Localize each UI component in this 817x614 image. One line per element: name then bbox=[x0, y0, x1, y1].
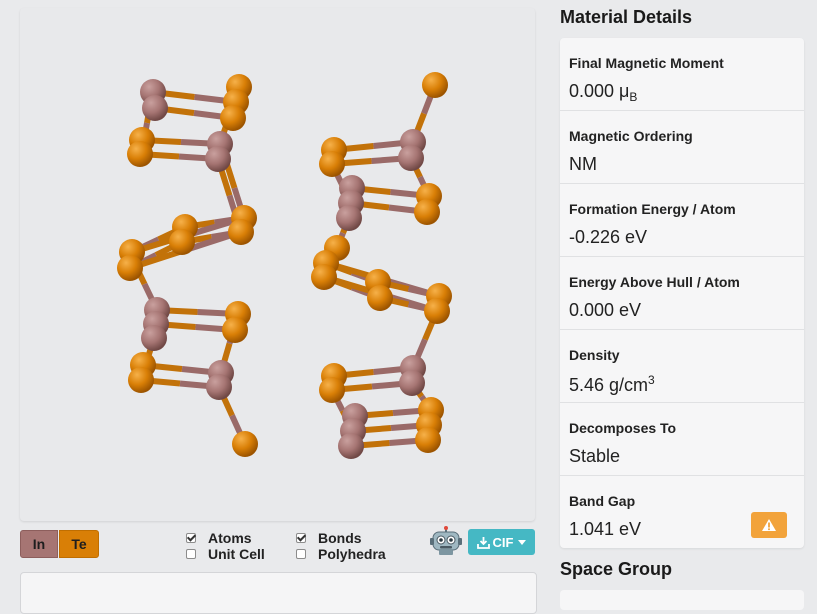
detail-label: Magnetic Ordering bbox=[569, 128, 693, 144]
detail-value: 0.000 eV bbox=[569, 300, 642, 320]
polyhedra-option[interactable]: Polyhedra bbox=[296, 545, 386, 562]
detail-row-energy-above-hull: Energy Above Hull / Atom 0.000 eV bbox=[560, 257, 804, 330]
legend-in[interactable]: In bbox=[20, 530, 58, 558]
polyhedra-checkbox[interactable] bbox=[296, 548, 306, 559]
tellurium-atom bbox=[424, 298, 450, 324]
detail-label: Decomposes To bbox=[569, 420, 677, 436]
tellurium-atom bbox=[414, 199, 440, 225]
structure-viewer[interactable] bbox=[20, 8, 535, 521]
indium-atom bbox=[142, 95, 168, 121]
unit-cell-checkbox[interactable] bbox=[186, 548, 196, 559]
detail-value: 0.000 μB bbox=[569, 81, 638, 104]
tellurium-atom bbox=[220, 105, 246, 131]
indium-atom bbox=[336, 205, 362, 231]
detail-value: Stable bbox=[569, 446, 621, 466]
indium-atom bbox=[205, 146, 231, 172]
tellurium-atom bbox=[367, 285, 393, 311]
detail-value: 5.46 g/cm3 bbox=[569, 373, 655, 395]
tellurium-atom bbox=[222, 317, 248, 343]
tellurium-atom bbox=[311, 264, 337, 290]
detail-label: Energy Above Hull / Atom bbox=[569, 274, 740, 290]
detail-row-density: Density 5.46 g/cm3 bbox=[560, 330, 804, 403]
indium-atom bbox=[398, 145, 424, 171]
unit-cell-label: Unit Cell bbox=[208, 545, 265, 562]
atoms-checkbox[interactable] bbox=[186, 532, 196, 543]
element-legend: In Te bbox=[20, 530, 99, 558]
bonds-checkbox[interactable] bbox=[296, 532, 306, 543]
bonds-label: Bonds bbox=[318, 529, 362, 546]
detail-value: -0.226 eV bbox=[569, 227, 648, 247]
tellurium-atom bbox=[415, 427, 441, 453]
tellurium-atom bbox=[319, 151, 345, 177]
chevron-down-icon bbox=[518, 539, 527, 545]
robot-icon[interactable] bbox=[430, 526, 462, 556]
band-gap-warning-button[interactable] bbox=[751, 512, 787, 538]
indium-atom bbox=[141, 325, 167, 351]
detail-label: Band Gap bbox=[569, 493, 636, 509]
space-group-card bbox=[560, 590, 804, 610]
detail-value: NM bbox=[569, 154, 597, 174]
cif-download-button[interactable]: CIF bbox=[468, 529, 535, 555]
detail-row-decomposes-to: Decomposes To Stable bbox=[560, 403, 804, 476]
detail-label: Final Magnetic Moment bbox=[569, 55, 724, 71]
atoms-layer bbox=[117, 72, 452, 459]
unit-cell-option[interactable]: Unit Cell bbox=[186, 545, 265, 562]
atoms-label: Atoms bbox=[208, 529, 252, 546]
detail-label: Formation Energy / Atom bbox=[569, 201, 736, 217]
tellurium-atom bbox=[228, 219, 254, 245]
legend-te[interactable]: Te bbox=[59, 530, 99, 558]
detail-row-formation-energy: Formation Energy / Atom -0.226 eV bbox=[560, 184, 804, 257]
lower-panel bbox=[20, 572, 537, 614]
bonds-layer bbox=[128, 83, 440, 449]
indium-atom bbox=[206, 374, 232, 400]
bonds-option[interactable]: Bonds bbox=[296, 529, 386, 546]
download-icon bbox=[476, 536, 490, 549]
tellurium-atom bbox=[169, 229, 195, 255]
view-options-left: Atoms Unit Cell bbox=[186, 530, 265, 562]
tellurium-atom bbox=[117, 255, 143, 281]
detail-row-band-gap: Band Gap 1.041 eV bbox=[560, 476, 804, 549]
legend-te-label: Te bbox=[71, 536, 87, 552]
cif-label: CIF bbox=[492, 534, 514, 550]
tellurium-atom bbox=[319, 377, 345, 403]
warning-icon bbox=[762, 519, 776, 531]
indium-atom bbox=[399, 370, 425, 396]
tellurium-atom bbox=[422, 72, 448, 98]
polyhedra-label: Polyhedra bbox=[318, 545, 386, 562]
material-details-card: Final Magnetic Moment 0.000 μB Magnetic … bbox=[560, 38, 804, 548]
atoms-option[interactable]: Atoms bbox=[186, 529, 265, 546]
detail-row-magnetic-moment: Final Magnetic Moment 0.000 μB bbox=[560, 38, 804, 111]
detail-row-magnetic-ordering: Magnetic Ordering NM bbox=[560, 111, 804, 184]
detail-label: Density bbox=[569, 347, 620, 363]
tellurium-atom bbox=[232, 431, 258, 457]
tellurium-atom bbox=[128, 367, 154, 393]
crystal-structure-canvas[interactable] bbox=[20, 8, 535, 521]
detail-value: 1.041 eV bbox=[569, 519, 642, 539]
tellurium-atom bbox=[127, 141, 153, 167]
material-details-title: Material Details bbox=[560, 7, 693, 27]
view-options-right: Bonds Polyhedra bbox=[296, 530, 386, 562]
legend-in-label: In bbox=[32, 536, 46, 552]
space-group-title: Space Group bbox=[560, 559, 673, 579]
indium-atom bbox=[338, 433, 364, 459]
